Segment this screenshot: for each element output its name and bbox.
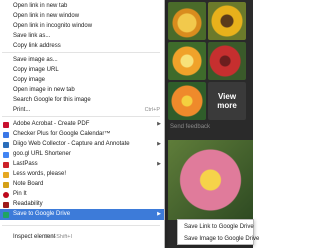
menu-separator [2,52,160,53]
submenu-item-label: Save Image to Google Drive [184,236,260,242]
calendar-icon [3,132,9,138]
flower-thumbnail-1[interactable] [168,2,206,40]
menu-item-copy-link-address[interactable]: Copy link address [0,41,164,52]
adobe-acrobat-icon [3,122,9,128]
lastpass-icon [3,162,9,168]
less-words-icon [3,172,9,178]
menu-item-inspect-element[interactable]: Inspect element Ctrl+Shift+I [0,232,164,243]
google-drive-submenu: Save Link to Google Drive Save Image to … [177,219,259,245]
submenu-item-save-image-drive[interactable]: Save Image to Google Drive [178,233,259,245]
view-more-label: View more [217,92,237,110]
menu-item-label: Copy link address [13,43,61,49]
googl-icon [3,152,9,158]
flower-thumbnail-2[interactable] [208,2,246,40]
send-feedback-link[interactable]: Send feedback [170,124,210,130]
menu-item-label: Print... [13,107,31,113]
readability-icon [3,202,9,208]
submenu-item-label: Save Link to Google Drive [184,224,254,230]
chevron-right-icon: ▶ [157,211,161,217]
diigo-icon [3,142,9,148]
menu-item-label: Save to Google Drive [13,211,71,217]
submenu-item-save-link-drive[interactable]: Save Link to Google Drive [178,221,255,233]
flower-thumbnail-3[interactable] [168,42,206,80]
flower-photo[interactable] [168,140,253,220]
pin-it-icon [3,192,9,198]
menu-separator [2,116,160,117]
google-drive-icon [3,212,9,218]
menu-separator [2,225,160,226]
menu-item-print[interactable]: Print... Ctrl+P [0,105,164,116]
view-more-tile[interactable]: View more [208,82,246,120]
flower-thumbnail-5[interactable] [168,82,206,120]
menu-item-shortcut: Ctrl+Shift+I [44,234,72,240]
menu-item-save-to-google-drive[interactable]: Save to Google Drive ▶ [0,209,164,220]
flower-thumbnail-4[interactable] [208,42,246,80]
note-board-icon [3,182,9,188]
menu-item-shortcut: Ctrl+P [144,107,160,113]
